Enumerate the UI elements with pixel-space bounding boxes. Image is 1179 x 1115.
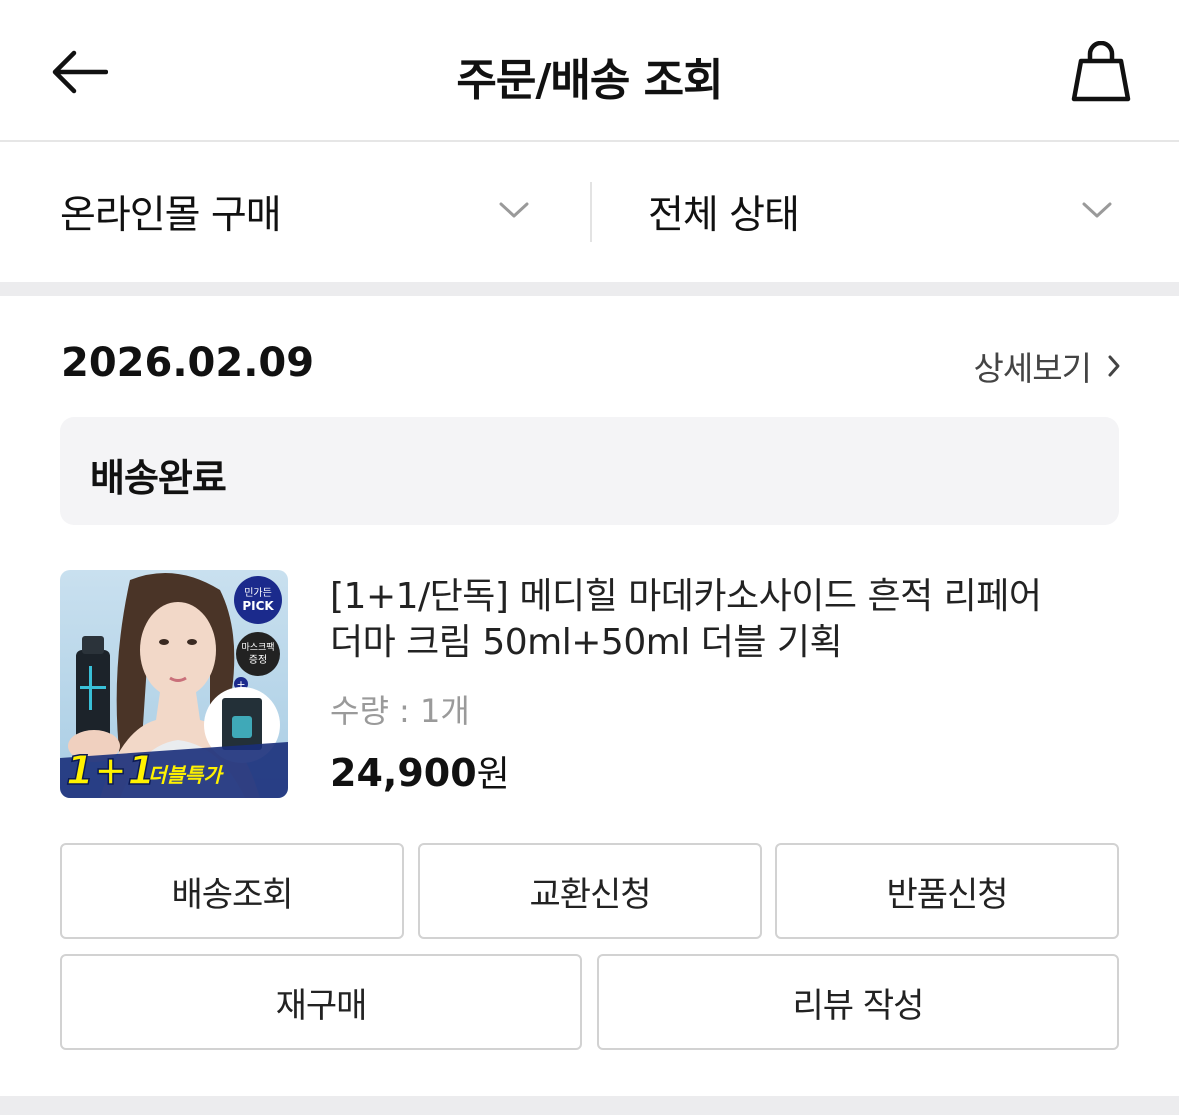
delivery-status-box: 배송완료 <box>60 417 1119 525</box>
order-date: 2026.02.09 <box>61 340 315 386</box>
filter-bar: 온라인몰 구매 전체 상태 <box>0 142 1179 282</box>
product-quantity: 수량 : 1개 <box>330 692 470 730</box>
image-promo-small: 더블특가 <box>148 763 224 787</box>
price-currency: 원 <box>476 754 510 795</box>
exchange-request-button[interactable]: 교환신청 <box>418 843 762 939</box>
product-price: 24,900 원 <box>330 745 510 797</box>
image-promo-big: 1+1 <box>66 748 155 794</box>
reorder-button[interactable]: 재구매 <box>60 954 582 1050</box>
chevron-right-icon <box>1108 355 1120 377</box>
track-delivery-button[interactable]: 배송조회 <box>60 843 404 939</box>
channel-filter-label: 온라인몰 구매 <box>60 193 282 238</box>
app-header: 주문/배송 조회 <box>0 0 1179 142</box>
product-image: 민가든 PICK 마스크팩 증정 + 1+1 더블특가 <box>60 570 288 798</box>
page-title: 주문/배송 조회 <box>456 55 723 106</box>
product-name[interactable]: [1+1/단독] 메디힐 마데카소사이드 흔적 리페어 더마 크림 50ml+5… <box>330 574 1050 666</box>
status-filter-dropdown[interactable]: 전체 상태 <box>648 142 1123 282</box>
image-gift-line1: 마스크팩 <box>241 642 274 653</box>
filter-divider <box>590 182 592 242</box>
section-separator <box>0 282 1179 296</box>
cart-button[interactable] <box>1068 38 1134 106</box>
section-separator <box>0 1096 1179 1115</box>
price-amount: 24,900 <box>330 751 477 795</box>
status-filter-label: 전체 상태 <box>648 193 800 238</box>
order-detail-link[interactable]: 상세보기 <box>974 342 1121 390</box>
order-detail-label: 상세보기 <box>973 349 1092 388</box>
channel-filter-dropdown[interactable]: 온라인몰 구매 <box>60 142 540 282</box>
product-thumbnail[interactable]: 민가든 PICK 마스크팩 증정 + 1+1 더블특가 <box>60 570 288 798</box>
return-request-button[interactable]: 반품신청 <box>775 843 1119 939</box>
chevron-down-icon <box>499 202 529 218</box>
image-badge-line1: 민가든 <box>244 587 272 599</box>
delivery-status: 배송완료 <box>90 456 227 500</box>
image-badge-line2: PICK <box>242 599 274 613</box>
write-review-button[interactable]: 리뷰 작성 <box>597 954 1119 1050</box>
image-gift-line2: 증정 <box>249 654 267 666</box>
chevron-down-icon <box>1082 202 1112 218</box>
shopping-bag-icon <box>1071 41 1131 102</box>
